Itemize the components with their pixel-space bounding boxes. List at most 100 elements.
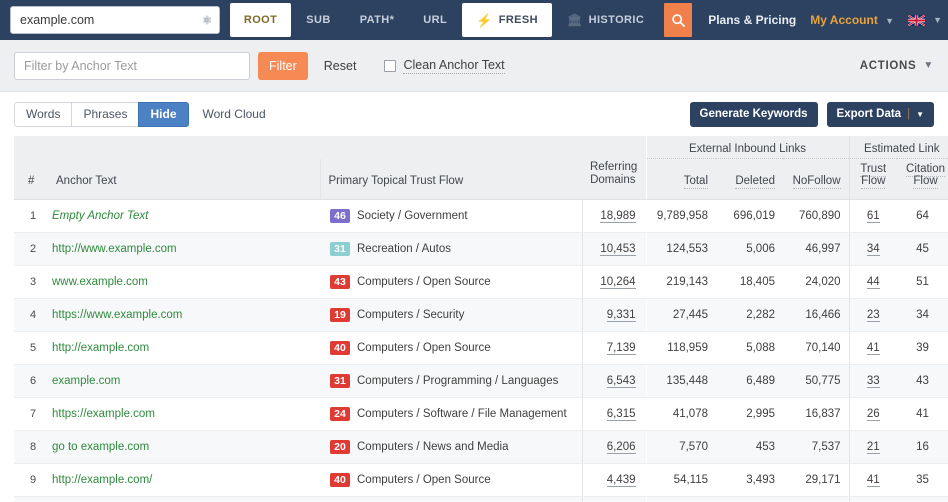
pill-phrases[interactable]: Phrases [71, 102, 138, 127]
table-row[interactable]: 8go to example.com20Computers / News and… [14, 430, 948, 463]
cell-referring-domains[interactable]: 9,331 [582, 298, 646, 331]
anchor-text-link[interactable]: www.example.com [52, 276, 148, 288]
anchor-text-link[interactable]: go to example.com [52, 441, 149, 453]
cell-referring-domains[interactable]: 18,989 [582, 199, 646, 232]
anchor-text-link[interactable]: http://www.example.com [52, 243, 177, 255]
cell-referring-domains[interactable]: 4,439 [582, 463, 646, 496]
tab-fresh[interactable]: ⚡ FRESH [462, 3, 552, 37]
tab-path[interactable]: PATH* [346, 5, 409, 35]
cell-anchor-text[interactable]: http://www.example.com [48, 232, 320, 265]
cell-anchor-text[interactable]: example.com [48, 364, 320, 397]
table-row[interactable]: 9http://example.com/40Computers / Open S… [14, 463, 948, 496]
col-nofollow[interactable]: NoFollow [783, 159, 849, 200]
cell-anchor-text[interactable]: http://example.com/ [48, 463, 320, 496]
table-row[interactable]: 1Empty Anchor Text46Society / Government… [14, 199, 948, 232]
clean-anchor-text-checkbox[interactable] [384, 60, 396, 72]
anchor-text-link[interactable]: https://example.com [52, 408, 155, 420]
trust-flow-link[interactable]: 33 [867, 375, 880, 388]
trust-flow-link[interactable]: 61 [867, 210, 880, 223]
reset-link[interactable]: Reset [324, 59, 357, 73]
gear-icon[interactable] [201, 15, 212, 26]
tab-historic[interactable]: 🏛 HISTORIC [553, 5, 658, 35]
search-submit-button[interactable] [664, 3, 692, 37]
trust-flow-link[interactable]: 26 [867, 408, 880, 421]
cell-anchor-text[interactable]: www.example.com [48, 265, 320, 298]
export-data-button[interactable]: Export Data | ▼ [827, 102, 934, 127]
cell-anchor-text[interactable]: Empty Anchor Text [48, 199, 320, 232]
cell-anchor-text[interactable]: http://example.com [48, 331, 320, 364]
generate-keywords-button[interactable]: Generate Keywords [690, 102, 818, 127]
col-citation-flow[interactable]: Citation Flow [897, 159, 948, 200]
my-account-link[interactable]: My Account ▼ [810, 13, 894, 27]
trust-flow-link[interactable]: 23 [867, 309, 880, 322]
cell-referring-domains[interactable]: 6,315 [582, 397, 646, 430]
plans-pricing-link[interactable]: Plans & Pricing [708, 13, 796, 27]
anchor-filter-input[interactable] [14, 52, 250, 80]
tab-sub[interactable]: SUB [292, 5, 344, 35]
cell-referring-domains[interactable]: 10,264 [582, 265, 646, 298]
table-row[interactable]: 3www.example.com43Computers / Open Sourc… [14, 265, 948, 298]
anchor-text-link[interactable]: Empty Anchor Text [52, 210, 148, 222]
cell-referring-domains[interactable]: 6,543 [582, 364, 646, 397]
table-row[interactable]: 4https://www.example.com19Computers / Se… [14, 298, 948, 331]
language-selector[interactable]: ▼ [908, 15, 942, 26]
cell-anchor-text[interactable]: go to example.com [48, 430, 320, 463]
table-row[interactable]: 7https://example.com24Computers / Softwa… [14, 397, 948, 430]
referring-domains-link[interactable]: 6,206 [607, 441, 636, 454]
table-row[interactable]: 5http://example.com40Computers / Open So… [14, 331, 948, 364]
referring-domains-link[interactable]: 4,439 [607, 474, 636, 487]
referring-domains-link[interactable]: 6,543 [607, 375, 636, 388]
cell-trust-flow[interactable]: 61 [849, 199, 897, 232]
col-trust-flow[interactable]: Trust Flow [849, 159, 897, 200]
col-anchor-text[interactable]: Anchor Text [48, 159, 320, 200]
cell-trust-flow[interactable]: 44 [849, 265, 897, 298]
actions-menu[interactable]: ACTIONS ▼ [860, 60, 934, 72]
table-row[interactable]: 6example.com31Computers / Programming / … [14, 364, 948, 397]
referring-domains-link[interactable]: 6,315 [607, 408, 636, 421]
anchor-text-link[interactable]: example.com [52, 375, 120, 387]
col-primary-topical-trust-flow[interactable]: Primary Topical Trust Flow [320, 159, 582, 200]
cell-referring-domains[interactable]: 3,883 [582, 496, 646, 502]
cell-referring-domains[interactable]: 7,139 [582, 331, 646, 364]
cell-referring-domains[interactable]: 10,453 [582, 232, 646, 265]
referring-domains-link[interactable]: 10,264 [600, 276, 635, 289]
anchor-text-link[interactable]: http://example.com/ [52, 474, 152, 486]
table-row[interactable]: 10jane26Computers / Internet3,88310,9991… [14, 496, 948, 502]
filter-button[interactable]: Filter [258, 52, 308, 80]
anchor-text-link[interactable]: https://www.example.com [52, 309, 182, 321]
cell-anchor-text[interactable]: jane [48, 496, 320, 502]
clean-anchor-text-toggle[interactable]: Clean Anchor Text [384, 58, 504, 74]
cell-anchor-text[interactable]: https://example.com [48, 397, 320, 430]
cell-trust-flow[interactable]: 41 [849, 463, 897, 496]
cell-trust-flow[interactable]: 34 [849, 232, 897, 265]
cell-trust-flow[interactable]: 23 [849, 298, 897, 331]
cell-trust-flow[interactable]: 21 [849, 430, 897, 463]
word-cloud-link[interactable]: Word Cloud [203, 107, 266, 121]
cell-trust-flow[interactable]: 41 [849, 331, 897, 364]
cell-referring-domains[interactable]: 6,206 [582, 430, 646, 463]
col-total[interactable]: Total [646, 159, 716, 200]
tab-url[interactable]: URL [409, 5, 461, 35]
table-row[interactable]: 2http://www.example.com31Recreation / Au… [14, 232, 948, 265]
trust-flow-link[interactable]: 34 [867, 243, 880, 256]
tab-root[interactable]: ROOT [230, 3, 291, 37]
col-referring-domains[interactable]: Referring Domains [582, 159, 646, 200]
col-deleted[interactable]: Deleted [716, 159, 783, 200]
domain-search-input[interactable] [10, 6, 220, 34]
referring-domains-link[interactable]: 7,139 [607, 342, 636, 355]
referring-domains-link[interactable]: 10,453 [600, 243, 635, 256]
pill-words[interactable]: Words [14, 102, 71, 127]
trust-flow-link[interactable]: 41 [867, 474, 880, 487]
cell-trust-flow[interactable]: 26 [849, 397, 897, 430]
cell-trust-flow[interactable]: 33 [849, 364, 897, 397]
trust-flow-link[interactable]: 41 [867, 342, 880, 355]
anchor-text-link[interactable]: http://example.com [52, 342, 149, 354]
trust-flow-link[interactable]: 44 [867, 276, 880, 289]
pill-hide[interactable]: Hide [138, 102, 188, 127]
cell-anchor-text[interactable]: https://www.example.com [48, 298, 320, 331]
cell-trust-flow[interactable]: 27 [849, 496, 897, 502]
referring-domains-link[interactable]: 18,989 [600, 210, 635, 223]
referring-domains-link[interactable]: 9,331 [607, 309, 636, 322]
trust-flow-link[interactable]: 21 [867, 441, 880, 454]
topical-category-label: Society / Government [357, 210, 468, 222]
